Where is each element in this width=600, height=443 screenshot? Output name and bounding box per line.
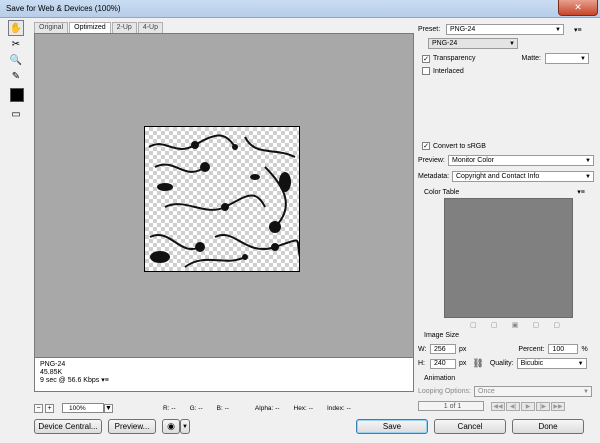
transparency-label: Transparency <box>433 55 476 62</box>
device-central-button[interactable]: Device Central... <box>34 419 102 434</box>
chevron-down-icon: ▼ <box>585 174 591 180</box>
optimization-info: PNG-24 45.85K 9 sec @ 56.6 Kbps ▾≡ <box>34 358 414 392</box>
next-frame-icon[interactable]: |▶ <box>536 401 550 411</box>
file-format-select[interactable]: PNG-24 ▼ <box>428 38 518 49</box>
chevron-down-icon: ▼ <box>555 27 561 33</box>
preview-select[interactable]: Monitor Color ▼ <box>448 155 594 166</box>
width-unit: px <box>459 345 467 353</box>
quality-label: Quality: <box>489 360 514 367</box>
frame-counter: 1 of 1 <box>418 401 484 411</box>
interlaced-label: Interlaced <box>433 67 464 75</box>
floral-pattern-image <box>148 134 299 268</box>
chevron-down-icon: ▼ <box>583 389 589 395</box>
done-button[interactable]: Done <box>512 419 584 434</box>
slice-select-tool-icon[interactable]: ✂ <box>8 36 24 52</box>
animation-controls: 1 of 1 ◀◀ ◀| ▶ |▶ ▶▶ <box>418 400 596 412</box>
width-label: W: <box>418 345 427 353</box>
metadata-select[interactable]: Copyright and Contact Info ▼ <box>452 171 594 182</box>
height-unit: px <box>459 360 467 367</box>
percent-label: Percent: <box>518 345 545 353</box>
chevron-down-icon: ▼ <box>580 56 586 62</box>
preview-canvas[interactable] <box>34 33 414 358</box>
status-bar: − + 100% ▼ R: -- G: -- B: -- Alpha: -- H… <box>34 402 414 414</box>
matte-label: Matte: <box>521 55 541 62</box>
zoom-out-button[interactable]: − <box>34 403 43 413</box>
map-color-icon[interactable]: ▢ <box>470 321 477 329</box>
first-frame-icon[interactable]: ◀◀ <box>491 401 505 411</box>
zoom-in-button[interactable]: + <box>45 403 54 413</box>
save-button[interactable]: Save <box>356 419 428 434</box>
interlaced-checkbox[interactable] <box>422 67 430 75</box>
readout-green: G: -- <box>189 404 203 412</box>
info-download-time: 9 sec @ 56.6 Kbps ▾≡ <box>40 377 109 384</box>
tool-palette: ✋ ✂ 🔍 ✎ ▭ <box>4 20 26 120</box>
constrain-proportions-link-icon[interactable]: ⛓ <box>472 358 483 369</box>
readout-blue: B: -- <box>216 404 229 412</box>
last-frame-icon[interactable]: ▶▶ <box>551 401 565 411</box>
looping-options-select[interactable]: Once ▼ <box>474 386 592 397</box>
close-window-button[interactable]: ✕ <box>558 0 598 16</box>
transparency-checkbox[interactable]: ✓ <box>422 54 430 63</box>
optimized-image-preview[interactable] <box>144 126 300 272</box>
cancel-button[interactable]: Cancel <box>434 419 506 434</box>
view-tabs: Original Optimized 2-Up 4-Up <box>34 22 164 33</box>
download-rate-menu-icon[interactable]: ▾≡ <box>101 377 109 384</box>
color-table-buttons: ▢ ▢ ▣ ▢ ▢ <box>470 321 560 329</box>
eyedropper-tool-icon[interactable]: ✎ <box>8 68 24 84</box>
browser-menu-icon[interactable]: ▼ <box>180 419 190 434</box>
zoom-tool-icon[interactable]: 🔍 <box>8 52 24 68</box>
optimize-menu-icon[interactable]: ▾≡ <box>574 26 582 34</box>
percent-input[interactable]: 100 <box>548 344 579 354</box>
looping-options-label: Looping Options: <box>418 388 471 395</box>
convert-srgb-label: Convert to sRGB <box>433 142 486 150</box>
width-input[interactable]: 256 <box>430 344 456 354</box>
readout-red: R: -- <box>163 404 176 412</box>
height-label: H: <box>418 360 425 367</box>
hand-tool-icon[interactable]: ✋ <box>8 20 24 36</box>
preset-select[interactable]: PNG-24 ▼ <box>446 24 564 35</box>
color-table-title: Color Table <box>424 188 460 196</box>
zoom-level-select[interactable]: 100% <box>62 403 104 413</box>
chevron-down-icon: ▼ <box>577 361 584 367</box>
delete-color-icon[interactable]: ▢ <box>553 321 560 329</box>
readout-alpha: Alpha: -- <box>254 404 280 412</box>
quality-select[interactable]: Bicubic ▼ <box>516 358 587 369</box>
color-table-menu-icon[interactable]: ▾≡ <box>577 188 585 196</box>
chevron-down-icon: ▼ <box>585 158 591 164</box>
animation-title: Animation <box>424 375 456 382</box>
preset-label: Preset: <box>418 26 441 33</box>
preview-button[interactable]: Preview... <box>108 419 156 434</box>
height-input[interactable]: 240 <box>430 358 456 369</box>
new-color-icon[interactable]: ▢ <box>533 321 540 329</box>
lock-color-icon[interactable]: ▣ <box>512 321 519 329</box>
tab-2up[interactable]: 2-Up <box>111 22 137 33</box>
tab-original[interactable]: Original <box>34 22 69 33</box>
zoom-dropdown-arrow-icon[interactable]: ▼ <box>104 403 113 413</box>
readout-index: Index: -- <box>327 404 351 412</box>
chevron-down-icon: ▼ <box>509 41 515 47</box>
browser-icon[interactable]: ◉ <box>162 419 180 434</box>
window-title: Save for Web & Devices (100%) <box>6 4 121 13</box>
matte-select[interactable]: ▼ <box>545 53 589 64</box>
web-snap-icon[interactable]: ▢ <box>491 321 498 329</box>
play-icon[interactable]: ▶ <box>521 401 535 411</box>
readout-hex: Hex: -- <box>293 404 314 412</box>
info-format: PNG-24 <box>40 361 66 368</box>
settings-panel: Preset: PNG-24 ▼ ▾≡ PNG-24 ▼ ✓ Transparenc… <box>418 22 596 412</box>
title-bar: Save for Web & Devices (100%) ✕ <box>0 0 600 18</box>
previous-frame-icon[interactable]: ◀| <box>506 401 520 411</box>
info-file-size: 45.85K <box>40 369 63 376</box>
image-size-title: Image Size <box>424 332 460 339</box>
eyedropper-color-swatch[interactable] <box>10 88 24 102</box>
tab-optimized[interactable]: Optimized <box>69 22 111 33</box>
preview-label: Preview: <box>418 157 445 164</box>
percent-unit: % <box>581 345 588 353</box>
metadata-label: Metadata: <box>418 173 450 180</box>
tab-4up[interactable]: 4-Up <box>137 22 164 33</box>
toggle-slices-icon[interactable]: ▭ <box>8 106 24 122</box>
convert-srgb-checkbox[interactable]: ✓ <box>422 142 430 150</box>
color-table-grid[interactable] <box>444 198 573 318</box>
